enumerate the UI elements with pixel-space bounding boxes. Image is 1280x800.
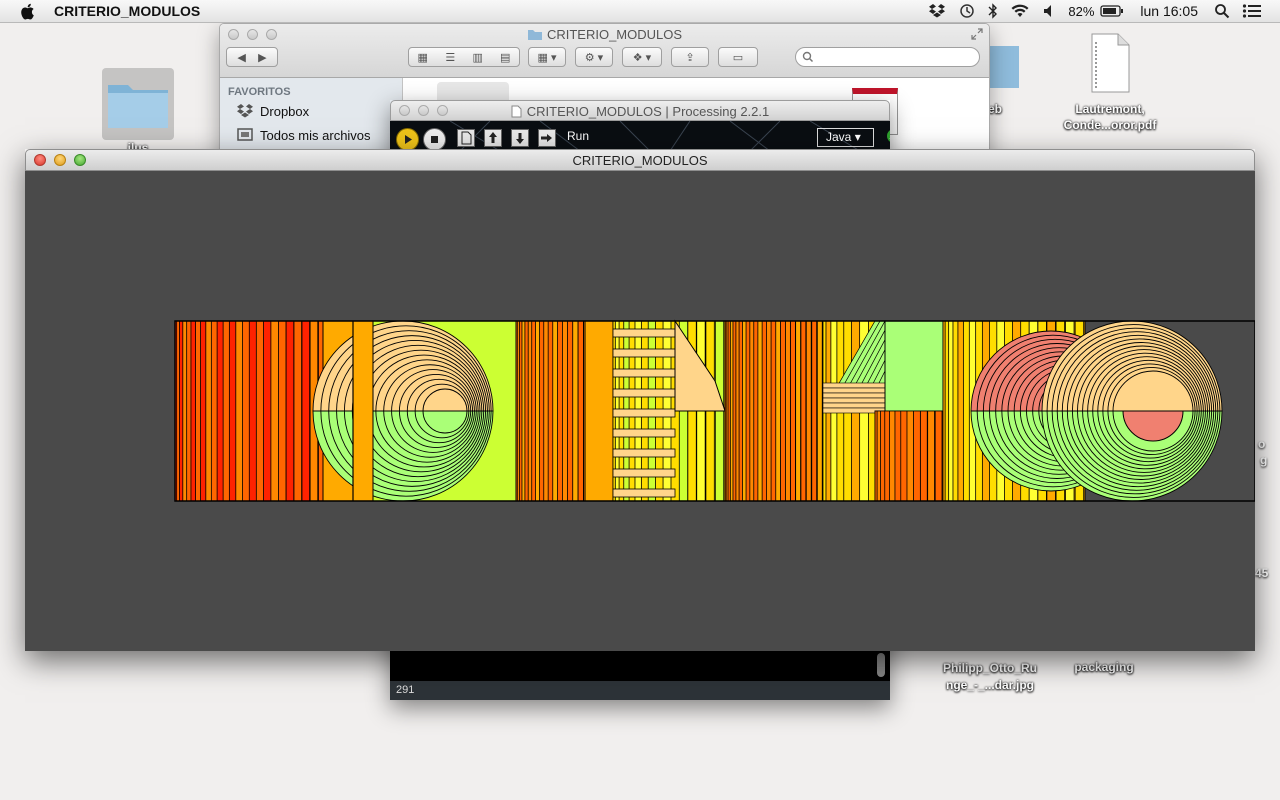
volume-icon[interactable] [1036,0,1062,22]
editor-title-bar: CRITERIO_MODULOS | Processing 2.2.1 [390,100,890,121]
wifi-icon[interactable] [1004,0,1036,22]
line-number-status: 291 [390,681,890,700]
play-icon [405,135,412,144]
finder-title: CRITERIO_MODULOS [220,27,989,42]
battery-percent: 82% [1068,3,1095,19]
menu-bar: CRITERIO_MODULOS 82% lun 16:05 [0,0,1280,23]
new-file-icon [461,131,472,145]
column-view-icon[interactable]: ▥ [464,51,492,64]
editor-title: CRITERIO_MODULOS | Processing 2.2.1 [391,104,889,119]
upload-arrow-icon [489,132,497,143]
desktop-partial-text: o [1258,437,1266,451]
dropbox-icon [237,104,253,118]
document-icon [511,105,522,118]
icon-view-icon[interactable]: ▦ [409,51,437,64]
folder-icon [527,30,542,40]
tags-button[interactable]: ▭ [718,47,758,67]
desktop-icon-label[interactable]: packaging [1062,660,1146,674]
arrange-button[interactable]: ▦ ▾ [528,47,566,67]
share-button[interactable]: ⇪ [671,47,709,67]
desktop-icon-label[interactable]: Philipp_Otto_Ru nge_-_...dar.jpg [938,660,1042,694]
mode-selector[interactable]: Java ▾ [817,128,874,147]
run-button[interactable] [396,128,419,151]
coverflow-view-icon[interactable]: ▤ [492,51,520,64]
list-view-icon[interactable]: ☰ [437,51,465,64]
sketch-window: CRITERIO_MODULOS [25,149,1255,651]
folder-icon [985,46,1019,88]
toolbar-hint: Run [567,129,590,143]
view-mode-buttons[interactable]: ▦ ☰ ▥ ▤ [408,47,520,67]
desktop-file-lautremont[interactable] [1088,32,1132,94]
status-menus: 82% lun 16:05 [922,0,1268,22]
battery-icon[interactable] [1100,0,1130,22]
time-machine-icon[interactable] [952,0,982,22]
download-arrow-icon [516,133,524,144]
save-sketch-button[interactable] [511,129,529,147]
finder-toolbar: CRITERIO_MODULOS ◀ ▶ ▦ ☰ ▥ ▤ ▦ ▾ ⚙ ▾ ❖ ▾… [220,24,989,78]
desktop-folder-eb[interactable] [985,42,1021,92]
search-icon [802,51,814,63]
sidebar-item-label: Dropbox [260,103,310,119]
dropbox-icon[interactable] [922,0,952,22]
sketch-canvas[interactable] [25,171,1255,651]
sketch-title-bar: CRITERIO_MODULOS [25,149,1255,171]
desktop-folder-ilus[interactable] [102,68,174,140]
apple-icon[interactable] [19,3,35,20]
desktop-partial-text: g [1260,453,1268,467]
sidebar-item-all-files[interactable]: Todos mis archivos [236,127,371,143]
bluetooth-icon[interactable] [982,0,1004,22]
back-arrow-icon[interactable]: ◀ [237,51,245,64]
export-button[interactable] [538,129,556,147]
desktop-icon-label: Lautremont, Conde...oror.pdf [1063,102,1157,132]
dropbox-menu-button[interactable]: ❖ ▾ [622,47,662,67]
spotlight-icon[interactable] [1208,0,1236,22]
pdf-document-icon [1091,33,1130,93]
search-input[interactable] [795,47,980,67]
console-scrollbar[interactable] [877,653,885,677]
sketch-title: CRITERIO_MODULOS [572,153,708,168]
chevron-down-icon: ▾ [854,130,861,144]
open-sketch-button[interactable] [484,129,502,147]
action-gear-button[interactable]: ⚙ ▾ [575,47,613,67]
clock[interactable]: lun 16:05 [1130,0,1208,22]
stop-button[interactable] [423,128,446,151]
sidebar-item-label: Todos mis archivos [260,127,371,143]
sidebar-item-dropbox[interactable]: Dropbox [236,103,309,119]
back-forward-buttons[interactable]: ◀ ▶ [226,47,278,67]
app-name[interactable]: CRITERIO_MODULOS [54,3,200,19]
sidebar-header-favorites: FAVORITOS [228,86,291,98]
stop-icon [431,136,438,143]
all-files-icon [237,128,253,141]
desktop-partial-text: 45 [1255,566,1269,580]
forward-arrow-icon[interactable]: ▶ [258,51,266,64]
notification-center-icon[interactable] [1236,0,1268,22]
green-status-icon [887,130,890,142]
console-area[interactable] [390,650,890,681]
export-arrow-icon [541,134,552,142]
fullscreen-icon[interactable] [971,28,983,40]
generative-artwork [174,319,1255,502]
new-sketch-button[interactable] [457,129,475,147]
folder-icon [108,85,168,128]
editor-toolbar: Run Java ▾ [390,121,890,151]
